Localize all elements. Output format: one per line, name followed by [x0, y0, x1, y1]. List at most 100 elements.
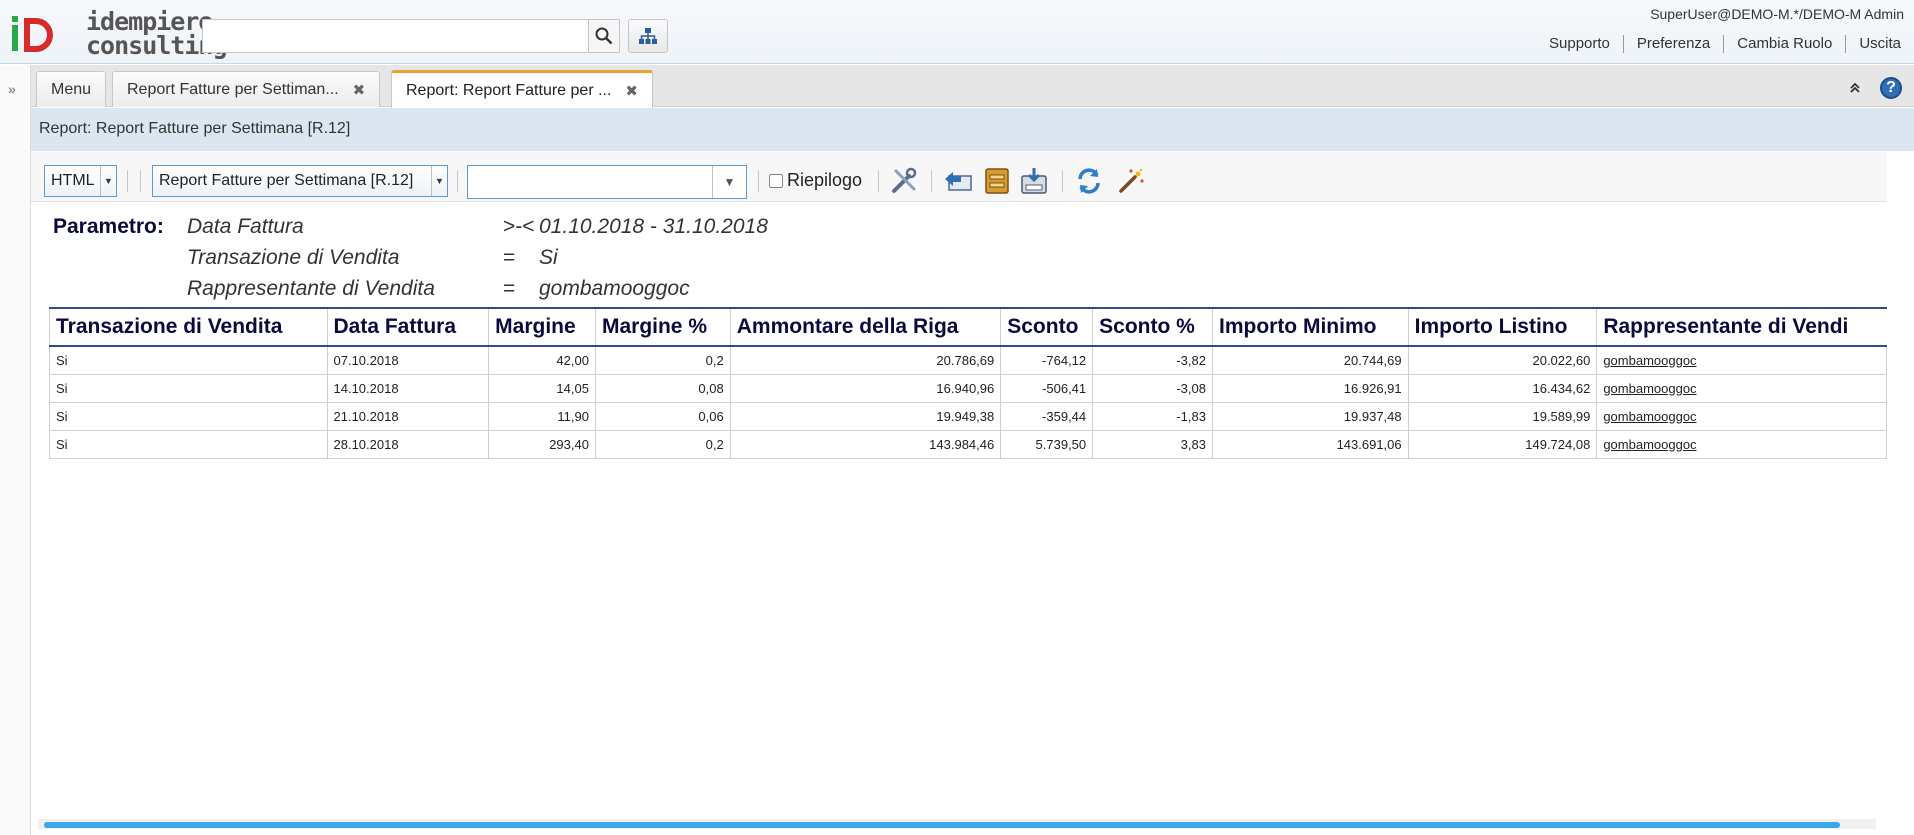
table-cell: 16.940,96 — [729, 373, 1002, 403]
column-header: Sconto — [1000, 307, 1093, 347]
output-format-select[interactable]: HTML ▼ — [44, 165, 117, 197]
column-header: Margine — [488, 307, 596, 347]
link-cambia-ruolo[interactable]: Cambia Ruolo — [1723, 35, 1845, 53]
user-links: Supporto Preferenza Cambia Ruolo Uscita — [1536, 35, 1914, 53]
table-cell: 07.10.2018 — [326, 345, 490, 375]
param-operator: = — [503, 277, 516, 300]
collapse-up-icon[interactable] — [1848, 81, 1862, 95]
tab-tools: ? — [1848, 77, 1902, 99]
param-row: Rappresentante di Vendita = gombamooggoc — [53, 277, 953, 308]
divider — [758, 170, 759, 192]
table-cell: 143.691,06 — [1211, 429, 1409, 459]
tab-bar: Menu Report Fatture per Settiman... ✖ Re… — [31, 65, 1914, 108]
sales-rep-link[interactable]: gombamooggoc — [1603, 409, 1696, 424]
customize-button[interactable] — [888, 165, 920, 197]
table-cell: 0,06 — [594, 401, 731, 431]
table-row: Si 28.10.2018 293,40 0,2 143.984,46 5.739,50 3… — [49, 429, 1887, 459]
user-info: SuperUser@DEMO-M.*/DEMO-M Admin — [1650, 6, 1904, 22]
table-cell: 0,08 — [594, 373, 731, 403]
sales-rep-link[interactable]: gombamooggoc — [1603, 437, 1696, 452]
tab-label: Report: Report Fatture per ... — [406, 81, 612, 99]
param-name: Data Fattura — [187, 215, 304, 238]
param-name: Rappresentante di Vendita — [187, 277, 435, 300]
expand-panel-icon[interactable]: » — [8, 81, 16, 97]
close-icon[interactable]: ✖ — [353, 81, 366, 99]
sitemap-icon — [639, 28, 657, 44]
table-cell: 19.589,99 — [1407, 401, 1598, 431]
divider — [127, 170, 128, 192]
column-header: Sconto % — [1092, 307, 1213, 347]
column-header: Ammontare della Riga — [729, 307, 1001, 347]
search-button[interactable] — [588, 19, 620, 53]
param-name: Transazione di Vendita — [187, 246, 400, 269]
divider — [878, 170, 879, 192]
app-header: idempiere consulting SuperUser@DEMO-M.*/… — [0, 0, 1914, 64]
table-cell: 16.434,62 — [1407, 373, 1598, 403]
table-cell: 0,2 — [594, 429, 731, 459]
sales-rep-link[interactable]: gombamooggoc — [1603, 381, 1696, 396]
report-toolbar: HTML ▼ Report Fatture per Settimana [R.1… — [31, 152, 1887, 202]
table-cell: 20.744,69 — [1211, 345, 1409, 375]
table-cell: 149.724,08 — [1407, 429, 1598, 459]
link-preferenza[interactable]: Preferenza — [1622, 35, 1723, 53]
tab-report-window[interactable]: Report Fatture per Settiman... ✖ — [112, 71, 381, 107]
table-cell: 14,05 — [488, 373, 596, 403]
chevron-down-icon: ▼ — [431, 166, 447, 196]
close-icon[interactable]: ✖ — [625, 82, 638, 100]
global-search-input[interactable] — [202, 19, 588, 53]
checkbox-label: Riepilogo — [787, 170, 863, 190]
table-cell: -506,41 — [1000, 373, 1094, 403]
param-operator: = — [503, 246, 516, 269]
column-header: Transazione di Vendita — [49, 307, 327, 347]
tab-report-viewer[interactable]: Report: Report Fatture per ... ✖ — [391, 70, 653, 108]
window-title: Report: Report Fatture per Settimana [R.… — [31, 108, 1914, 151]
menu-tree-button[interactable] — [628, 19, 668, 53]
search-icon — [595, 27, 613, 45]
refresh-button[interactable] — [1073, 165, 1105, 197]
tab-label: Menu — [51, 80, 92, 98]
report-view-select[interactable]: Report Fatture per Settimana [R.12] ▼ — [152, 165, 448, 197]
west-panel-collapsed: » — [0, 65, 31, 835]
scrollbar-thumb[interactable] — [44, 822, 1840, 828]
column-header: Importo Listino — [1407, 307, 1597, 347]
refresh-icon — [1078, 168, 1100, 194]
send-mail-button[interactable] — [942, 165, 974, 197]
tab-menu[interactable]: Menu — [36, 71, 107, 107]
table-cell: 19.949,38 — [729, 401, 1002, 431]
table-row: Si 21.10.2018 11,90 0,06 19.949,38 -359,44 -1,… — [49, 401, 1887, 431]
link-uscita[interactable]: Uscita — [1845, 35, 1914, 53]
chevron-down-icon[interactable]: ▼ — [712, 166, 746, 198]
send-icon — [945, 172, 972, 191]
table-row: Si 14.10.2018 14,05 0,08 16.940,96 -506,41 -3,… — [49, 373, 1887, 403]
divider — [457, 170, 458, 192]
table-cell: 42,00 — [488, 345, 596, 375]
help-icon[interactable]: ? — [1880, 77, 1902, 99]
table-cell: gombamooggoc — [1596, 429, 1887, 459]
report-content: Parametro: Data Fattura >-< 01.10.2018 -… — [31, 203, 1887, 818]
summary-checkbox[interactable]: Riepilogo — [769, 170, 862, 191]
print-format-combobox[interactable]: ▼ — [467, 165, 747, 199]
divider — [1062, 170, 1063, 192]
table-row: Si 07.10.2018 42,00 0,2 20.786,69 -764,12 -3,8… — [49, 345, 1887, 375]
column-header: Data Fattura — [326, 307, 489, 347]
export-button[interactable] — [1018, 165, 1050, 197]
wizard-button[interactable] — [1115, 165, 1147, 197]
table-cell: 20.022,60 — [1407, 345, 1598, 375]
table-cell: gombamooggoc — [1596, 401, 1887, 431]
param-value: Si — [539, 246, 558, 269]
table-cell: gombamooggoc — [1596, 345, 1887, 375]
column-header: Rappresentante di Vendi — [1596, 307, 1887, 347]
selected-value: HTML — [51, 172, 95, 189]
checkbox-box[interactable] — [769, 173, 783, 188]
horizontal-scrollbar[interactable] — [38, 819, 1876, 829]
table-cell: Si — [49, 429, 328, 459]
table-cell: gombamooggoc — [1596, 373, 1887, 403]
table-cell: Si — [49, 345, 328, 375]
sales-rep-link[interactable]: gombamooggoc — [1603, 353, 1696, 368]
param-value: 01.10.2018 - 31.10.2018 — [539, 215, 768, 238]
column-header: Importo Minimo — [1211, 307, 1409, 347]
table-cell: 293,40 — [488, 429, 596, 459]
link-supporto[interactable]: Supporto — [1536, 35, 1623, 53]
archive-icon — [985, 168, 1009, 194]
archive-button[interactable] — [981, 165, 1013, 197]
